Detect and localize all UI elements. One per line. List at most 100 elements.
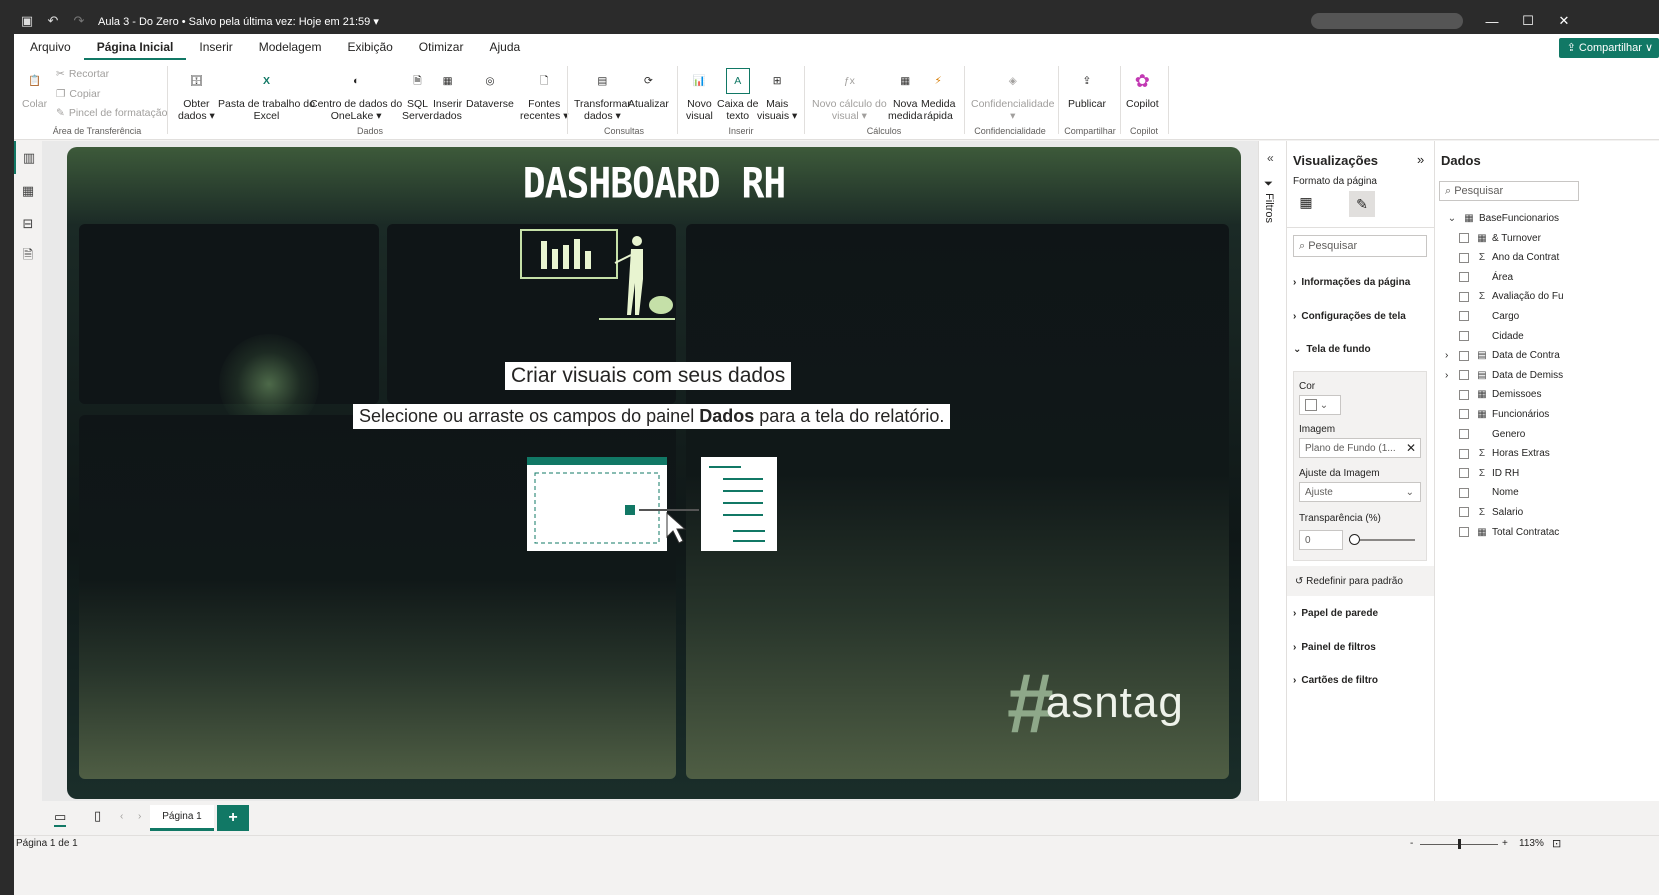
- image-field[interactable]: Plano de Fundo (1... ✕: [1299, 438, 1421, 458]
- maximize-icon[interactable]: ☐: [1510, 8, 1546, 34]
- new-visual-calc-button[interactable]: ƒx Novo cálculo do visual ▾: [812, 68, 887, 122]
- zoom-in-button[interactable]: +: [1502, 838, 1508, 849]
- menu-exibicao[interactable]: Exibição: [334, 34, 405, 60]
- refresh-button[interactable]: ⟳ Atualizar: [628, 68, 669, 110]
- copilot-button[interactable]: ✿ Copilot: [1126, 68, 1159, 110]
- section-wallpaper[interactable]: › Papel de parede: [1293, 608, 1378, 619]
- insert-data-button[interactable]: ▦ Inserir dados: [433, 68, 462, 122]
- field-checkbox[interactable]: [1459, 252, 1469, 263]
- field-item[interactable]: Nome: [1459, 484, 1519, 502]
- field-checkbox[interactable]: [1459, 468, 1469, 479]
- field-checkbox[interactable]: [1459, 350, 1469, 361]
- card-top-left[interactable]: [79, 224, 379, 434]
- field-item[interactable]: ▦ Demissoes: [1459, 386, 1541, 404]
- new-measure-button[interactable]: ▦ Nova medida: [888, 68, 922, 122]
- data-search-input[interactable]: ⌕ Pesquisar: [1439, 181, 1579, 201]
- excel-button[interactable]: X Pasta de trabalho do Excel: [218, 68, 315, 122]
- cut-button[interactable]: ✂ Recortar: [56, 68, 109, 80]
- prev-page-icon[interactable]: ‹: [120, 811, 123, 822]
- field-checkbox[interactable]: [1459, 389, 1469, 400]
- field-checkbox[interactable]: [1459, 527, 1469, 537]
- filters-pane-collapsed[interactable]: « ⏷ Filtros: [1258, 141, 1286, 801]
- clear-icon[interactable]: ✕: [1406, 441, 1416, 455]
- field-item[interactable]: Σ Salario: [1459, 503, 1523, 521]
- redo-icon[interactable]: ↷: [66, 8, 92, 34]
- menu-inserir[interactable]: Inserir: [186, 34, 245, 60]
- chevrons-right-icon[interactable]: »: [1417, 152, 1424, 167]
- fit-page-icon[interactable]: ⊡: [1552, 837, 1561, 850]
- onelake-button[interactable]: ◐ Centro de dados do OneLake ▾: [310, 68, 402, 122]
- publish-button[interactable]: ⇪ Publicar: [1068, 68, 1106, 110]
- dax-view-icon[interactable]: 🗎: [14, 240, 42, 273]
- sql-server-button[interactable]: 🗎 SQL Server: [402, 68, 433, 122]
- get-data-button[interactable]: 🗄 Obter dados ▾: [178, 68, 215, 122]
- report-page[interactable]: DASHBOARD RH Criar visuais com seus dado…: [67, 147, 1241, 799]
- field-checkbox[interactable]: [1459, 291, 1469, 302]
- field-checkbox[interactable]: [1459, 311, 1469, 322]
- field-item[interactable]: ▦ Total Contratac: [1459, 523, 1559, 541]
- field-item[interactable]: Cargo: [1459, 307, 1519, 325]
- share-button[interactable]: ⇪ Compartilhar ∨: [1558, 38, 1659, 58]
- section-canvas-settings[interactable]: › Configurações de tela: [1293, 311, 1406, 322]
- text-box-button[interactable]: A Caixa de texto: [717, 68, 758, 122]
- new-visual-button[interactable]: 📊 Novo visual: [686, 68, 713, 122]
- transparency-input[interactable]: 0: [1299, 530, 1343, 550]
- field-checkbox[interactable]: [1459, 370, 1469, 381]
- transform-data-button[interactable]: ▤ Transformar dados ▾: [574, 68, 631, 122]
- zoom-slider-thumb[interactable]: [1458, 839, 1461, 849]
- field-checkbox[interactable]: [1459, 409, 1469, 420]
- sensitivity-button[interactable]: ◈ Confidencialidade ▾: [971, 68, 1054, 122]
- undo-icon[interactable]: ↶: [40, 8, 66, 34]
- field-checkbox[interactable]: [1459, 272, 1469, 283]
- field-item[interactable]: ▦ Funcionários: [1459, 405, 1549, 423]
- field-item[interactable]: ▦ & Turnover: [1459, 229, 1541, 247]
- menu-pagina-inicial[interactable]: Página Inicial: [83, 34, 187, 60]
- section-page-info[interactable]: › Informações da página: [1293, 277, 1410, 288]
- zoom-out-button[interactable]: -: [1410, 838, 1413, 849]
- field-checkbox[interactable]: [1459, 331, 1469, 341]
- field-checkbox[interactable]: [1459, 429, 1469, 439]
- field-checkbox[interactable]: [1459, 448, 1469, 459]
- field-item[interactable]: › ▤ Data de Demiss: [1445, 366, 1563, 384]
- account-badge[interactable]: [1311, 13, 1463, 29]
- field-item[interactable]: Σ Horas Extras: [1459, 445, 1550, 463]
- report-view-icon[interactable]: ▥: [14, 141, 42, 174]
- next-page-icon[interactable]: ›: [138, 811, 141, 822]
- format-page-icon[interactable]: ✎: [1349, 191, 1375, 217]
- color-picker[interactable]: ⌄: [1299, 395, 1341, 415]
- image-fit-select[interactable]: Ajuste ⌄: [1299, 482, 1421, 502]
- field-checkbox[interactable]: [1459, 487, 1469, 498]
- page-tab-1[interactable]: Página 1: [150, 805, 214, 831]
- format-painter-button[interactable]: ✎ Pincel de formatação: [56, 107, 167, 119]
- chevron-right-icon[interactable]: ›: [1445, 350, 1448, 361]
- table-basefuncionarios[interactable]: ⌄ ▦ BaseFuncionarios: [1445, 209, 1559, 227]
- paste-button[interactable]: 📋 Colar: [22, 68, 47, 110]
- menu-arquivo[interactable]: Arquivo: [17, 34, 84, 60]
- dataverse-button[interactable]: ◎ Dataverse: [466, 68, 514, 110]
- field-item[interactable]: Σ ID RH: [1459, 464, 1519, 482]
- table-view-icon[interactable]: ▦: [14, 174, 42, 207]
- close-icon[interactable]: ✕: [1546, 8, 1582, 34]
- field-item[interactable]: Σ Ano da Contrat: [1459, 249, 1559, 267]
- field-checkbox[interactable]: [1459, 233, 1469, 243]
- recent-sources-button[interactable]: 🗋 Fontes recentes ▾: [520, 68, 568, 122]
- more-visuals-button[interactable]: ⊞ Mais visuais ▾: [757, 68, 797, 122]
- section-filter-pane[interactable]: › Painel de filtros: [1293, 642, 1376, 653]
- desktop-layout-icon[interactable]: ▭: [54, 809, 67, 827]
- slider-thumb[interactable]: [1349, 534, 1360, 545]
- field-item[interactable]: › ▤ Data de Contra: [1445, 347, 1560, 365]
- save-icon[interactable]: ▣: [14, 8, 40, 34]
- section-background[interactable]: ⌄ Tela de fundo: [1293, 344, 1371, 355]
- menu-modelagem[interactable]: Modelagem: [246, 34, 335, 60]
- quick-measure-button[interactable]: ⚡ Medida rápida: [921, 68, 955, 122]
- field-item[interactable]: Cidade: [1459, 327, 1524, 345]
- field-item[interactable]: Genero: [1459, 425, 1525, 443]
- menu-ajuda[interactable]: Ajuda: [476, 34, 533, 60]
- viz-search-input[interactable]: ⌕ Pesquisar: [1293, 235, 1427, 257]
- field-item[interactable]: Área: [1459, 268, 1513, 286]
- field-item[interactable]: Σ Avaliação do Fu: [1459, 288, 1564, 306]
- model-view-icon[interactable]: ⊟: [14, 207, 42, 240]
- field-checkbox[interactable]: [1459, 507, 1469, 518]
- copy-button[interactable]: ❐ Copiar: [56, 88, 100, 100]
- mobile-layout-icon[interactable]: ▯: [94, 808, 101, 824]
